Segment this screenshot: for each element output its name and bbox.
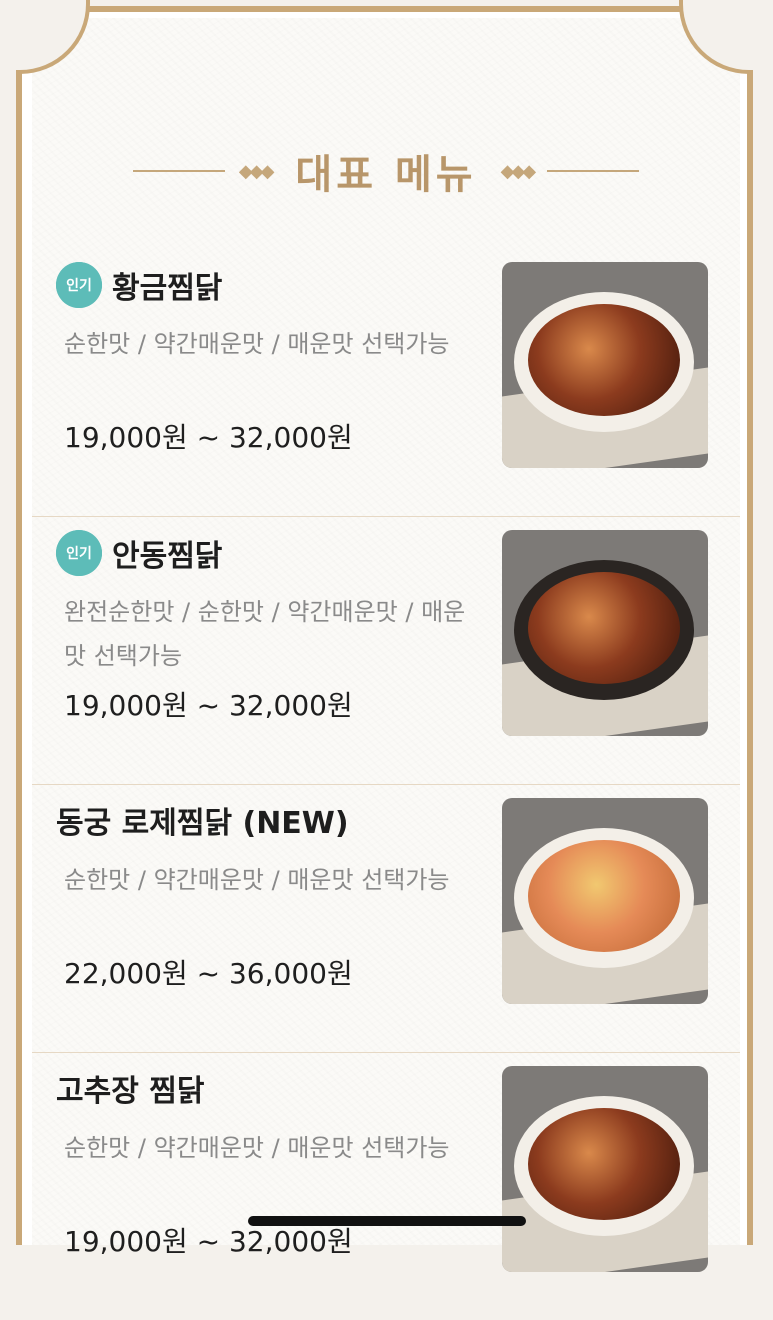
- menu-paper: ◆◆◆ 대표 메뉴 ◆◆◆ 인기 황금찜닭 순한맛 / 약간매운맛 / 매운맛 …: [32, 18, 740, 1272]
- menu-item-price: 22,000원 ~ 36,000원: [64, 957, 353, 990]
- menu-item-header: 고추장 찜닭: [56, 1066, 204, 1110]
- menu-item-name: 동궁 로제찜닭 (NEW): [56, 806, 349, 841]
- menu-item-price: 19,000원 ~ 32,000원: [64, 421, 353, 454]
- menu-item-photo: [502, 262, 708, 468]
- home-indicator[interactable]: [248, 1216, 526, 1226]
- section-title: 대표 메뉴: [295, 152, 477, 198]
- menu-item-name: 황금찜닭: [112, 271, 223, 306]
- menu-item-description: 순한맛 / 약간매운맛 / 매운맛 선택가능: [64, 1134, 450, 1162]
- menu-item-photo: [502, 530, 708, 736]
- photo-food: [528, 572, 680, 684]
- photo-food: [528, 304, 680, 416]
- menu-item-description: 완전순한맛 / 순한맛 / 약간매운맛 / 매운맛 선택가능: [64, 598, 466, 670]
- title-line-right: [547, 170, 640, 172]
- popular-badge: 인기: [56, 262, 102, 308]
- photo-food: [528, 840, 680, 952]
- menu-item-description: 순한맛 / 약간매운맛 / 매운맛 선택가능: [64, 330, 450, 358]
- menu-item[interactable]: 인기 안동찜닭 완전순한맛 / 순한맛 / 약간매운맛 / 매운맛 선택가능 1…: [32, 516, 740, 785]
- popular-badge: 인기: [56, 530, 102, 576]
- menu-item-photo: [502, 798, 708, 1004]
- diamond-ornament-right: ◆◆◆: [500, 160, 536, 182]
- section-header: ◆◆◆ 대표 메뉴 ◆◆◆: [32, 146, 740, 198]
- menu-item-name: 고추장 찜닭: [56, 1074, 205, 1109]
- menu-item[interactable]: 인기 황금찜닭 순한맛 / 약간매운맛 / 매운맛 선택가능 19,000원 ~…: [32, 248, 740, 517]
- menu-item-header: 인기 안동찜닭: [56, 530, 222, 576]
- menu-item-photo: [502, 1066, 708, 1272]
- photo-food: [528, 1108, 680, 1220]
- menu-item-description: 순한맛 / 약간매운맛 / 매운맛 선택가능: [64, 866, 450, 894]
- menu-item-header: 동궁 로제찜닭 (NEW): [56, 798, 349, 842]
- menu-item[interactable]: 고추장 찜닭 순한맛 / 약간매운맛 / 매운맛 선택가능 19,000원 ~ …: [32, 1052, 740, 1320]
- menu-item-price: 19,000원 ~ 32,000원: [64, 1225, 353, 1258]
- title-line-left: [132, 170, 225, 172]
- menu-item-header: 인기 황금찜닭: [56, 262, 222, 308]
- menu-item-price: 19,000원 ~ 32,000원: [64, 689, 353, 722]
- menu-item[interactable]: 동궁 로제찜닭 (NEW) 순한맛 / 약간매운맛 / 매운맛 선택가능 22,…: [32, 784, 740, 1053]
- diamond-ornament-left: ◆◆◆: [238, 160, 274, 182]
- menu-item-name: 안동찜닭: [112, 539, 223, 574]
